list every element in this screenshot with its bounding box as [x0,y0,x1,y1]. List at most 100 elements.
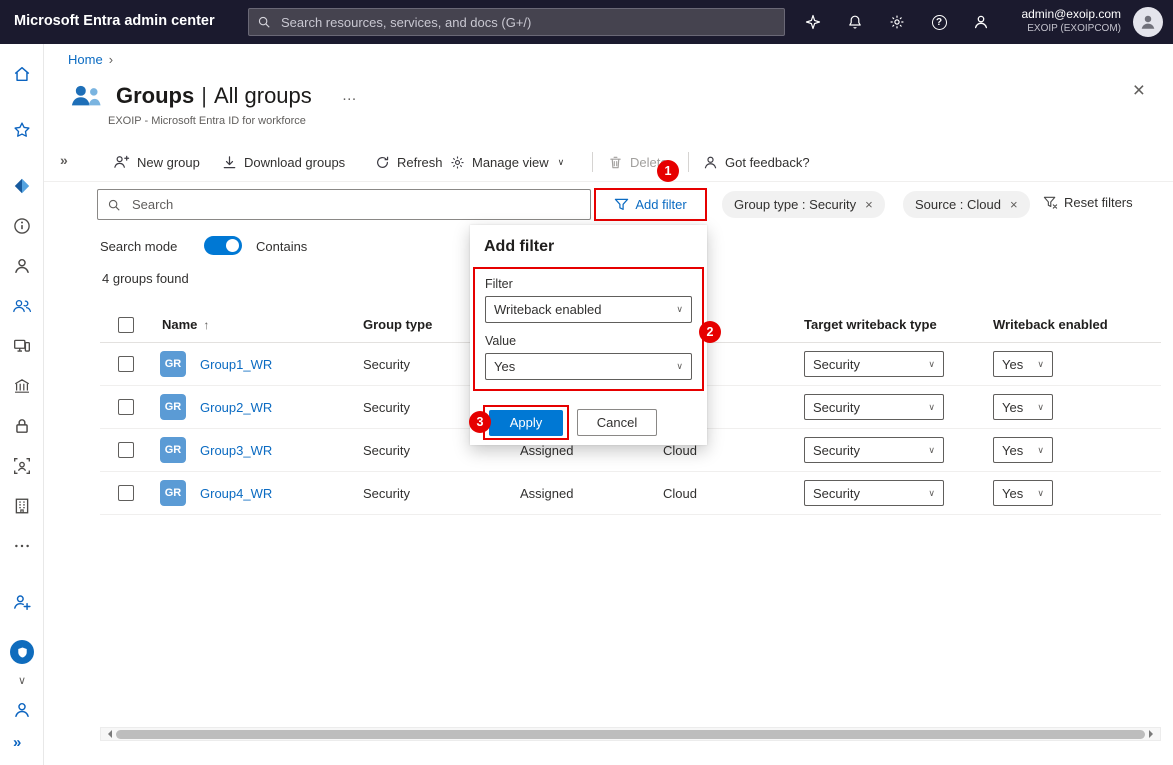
download-icon [222,155,237,170]
group-name-link[interactable]: Group1_WR [200,357,272,372]
sidebar-item-identity-governance[interactable] [12,456,32,476]
row-checkbox[interactable] [118,485,134,501]
gear-icon [450,155,465,170]
filter-field-select[interactable]: Writeback enabled ∨ [485,296,692,323]
scroll-right-icon[interactable] [1149,730,1157,738]
sidebar-item-groups[interactable] [12,296,32,316]
person-add-icon [113,154,130,170]
global-search[interactable] [248,8,785,36]
group-name-link[interactable]: Group3_WR [200,443,272,458]
sidebar-item-more[interactable] [12,536,32,556]
column-header-target-writeback-type[interactable]: Target writeback type [804,307,937,343]
reset-filters-button[interactable]: Reset filters [1043,195,1133,210]
add-filter-button[interactable]: Add filter [614,197,687,212]
sidebar-item-favorites[interactable] [12,120,32,140]
group-type-cell: Security [363,443,410,458]
add-filter-annotation-box: Add filter [594,188,707,221]
refresh-button[interactable]: Refresh [375,150,443,174]
apply-button[interactable]: Apply [489,409,563,436]
add-filter-dialog: Add filter Filter Writeback enabled ∨ Va… [470,225,707,445]
page-header: Groups | All groups … [68,82,358,109]
groups-count: 4 groups found [102,271,189,286]
membership-type-cell: Assigned [520,443,574,458]
breadcrumb-home-link[interactable]: Home [68,52,103,67]
refresh-icon [375,155,390,170]
column-header-group-type[interactable]: Group type [363,307,432,343]
page-subtitle: EXOIP - Microsoft Entra ID for workforce [108,115,306,127]
target-writeback-type-select[interactable]: Security ∨ [804,437,944,463]
value-field-select[interactable]: Yes ∨ [485,353,692,380]
group-name-link[interactable]: Group4_WR [200,486,272,501]
trash-icon [608,155,623,170]
feedback-button[interactable]: Got feedback? [703,150,810,174]
groups-search-input[interactable] [130,196,590,213]
group-name-link[interactable]: Group2_WR [200,400,272,415]
horizontal-scrollbar[interactable] [100,727,1161,741]
row-checkbox[interactable] [118,356,134,372]
source-cell: Cloud [663,486,697,501]
download-groups-button[interactable]: Download groups [222,150,345,174]
annotation-step-2: 2 [699,321,721,343]
chip-close-icon[interactable]: × [865,197,873,212]
page-title: Groups | All groups [116,82,312,108]
manage-view-button[interactable]: Manage view ∨ [450,150,564,174]
select-all-checkbox[interactable] [118,317,134,333]
settings-icon[interactable] [888,13,906,31]
account-info[interactable]: admin@exoip.com EXOIP (EXOIPCOM) [1021,7,1121,35]
filter-chip-source[interactable]: Source : Cloud × [903,191,1030,218]
global-search-input[interactable] [279,13,784,31]
groups-search[interactable] [97,189,591,220]
new-group-button[interactable]: New group [113,150,200,174]
writeback-enabled-select[interactable]: Yes ∨ [993,351,1053,377]
close-icon[interactable]: × [1133,80,1145,101]
chevron-down-icon: ∨ [676,304,683,314]
sidebar-item-user-add[interactable] [12,592,32,612]
filter-field-label: Filter [485,277,513,291]
account-email: admin@exoip.com [1021,7,1121,21]
feedback-icon[interactable] [972,13,990,31]
top-bar: Microsoft Entra admin center ? admin@exo… [0,0,1173,44]
chevron-down-icon: ∨ [928,358,935,369]
topbar-icons: ? [804,0,990,44]
copilot-icon[interactable] [804,13,822,31]
target-writeback-type-select[interactable]: Security ∨ [804,480,944,506]
notifications-icon[interactable] [846,13,864,31]
account-tenant: EXOIP (EXOIPCOM) [1027,23,1121,34]
sidebar-item-home[interactable] [12,64,32,84]
column-header-writeback-enabled[interactable]: Writeback enabled [993,307,1108,343]
scroll-left-icon[interactable] [104,730,112,738]
sidebar-item-roles-admins[interactable] [12,376,32,396]
writeback-enabled-select[interactable]: Yes ∨ [993,437,1053,463]
target-writeback-type-select[interactable]: Security ∨ [804,351,944,377]
avatar[interactable] [1133,7,1163,37]
sidebar-item-overview[interactable] [12,216,32,236]
group-avatar: GR [160,394,186,420]
sidebar-item-security[interactable] [12,416,32,436]
reset-filter-icon [1043,195,1058,210]
sidebar-item-entra-id[interactable] [12,176,32,196]
sidebar-item-external-identities[interactable] [12,496,32,516]
writeback-enabled-select[interactable]: Yes ∨ [993,394,1053,420]
cancel-button[interactable]: Cancel [577,409,657,436]
sidebar-item-user-settings[interactable] [12,700,32,720]
filter-chip-group-type[interactable]: Group type : Security × [722,191,885,218]
title-overflow-menu[interactable]: … [342,87,358,104]
sidebar-item-devices[interactable] [12,336,32,356]
annotation-step-1: 1 [657,160,679,182]
chevron-down-icon: ∨ [1037,444,1044,455]
writeback-enabled-select[interactable]: Yes ∨ [993,480,1053,506]
row-checkbox[interactable] [118,442,134,458]
sidebar-item-id-protection[interactable] [10,640,34,664]
chevron-down-icon: ∨ [928,401,935,412]
sidebar-item-users[interactable] [12,256,32,276]
chip-close-icon[interactable]: × [1010,197,1018,212]
row-checkbox[interactable] [118,399,134,415]
search-mode-toggle[interactable] [204,236,242,255]
target-writeback-type-select[interactable]: Security ∨ [804,394,944,420]
chevron-down-icon[interactable]: ∨ [18,674,26,687]
scrollbar-thumb[interactable] [116,729,1145,739]
help-icon[interactable]: ? [930,13,948,31]
commandbar-expand-button[interactable]: » [60,152,68,168]
column-header-name[interactable]: Name ↑ [162,307,209,343]
sidebar-expand-button[interactable]: » [13,734,21,751]
